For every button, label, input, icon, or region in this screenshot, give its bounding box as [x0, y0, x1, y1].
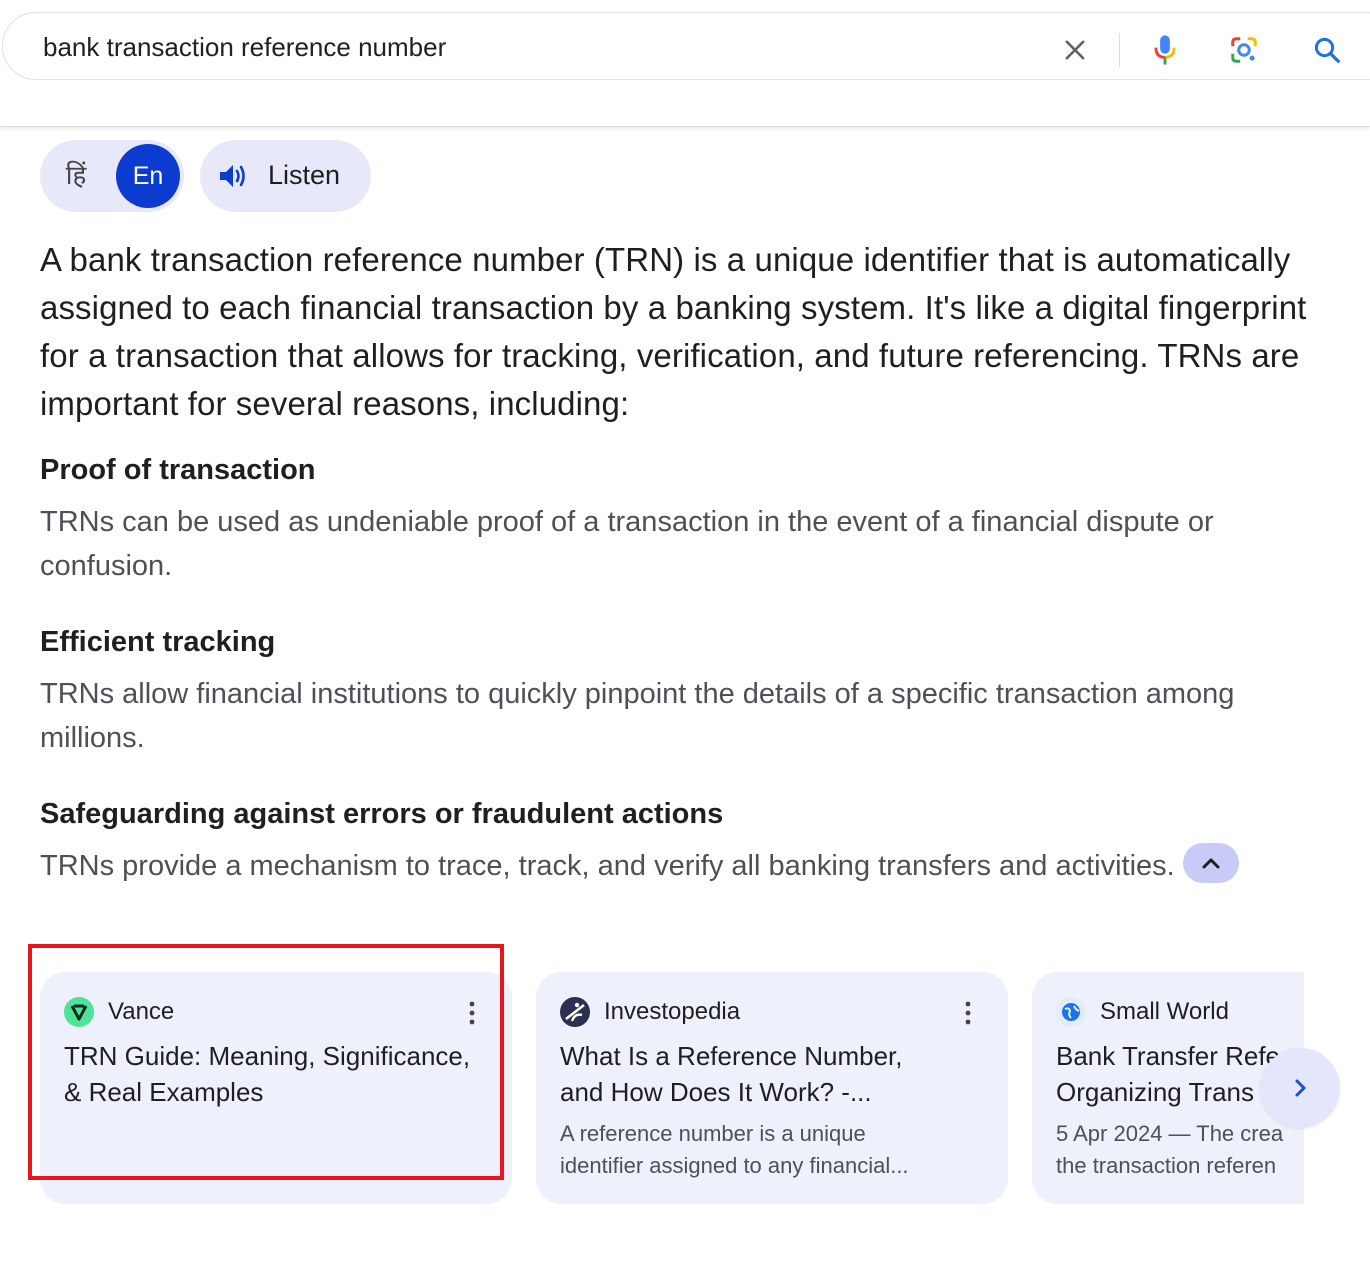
source-title-line: and How Does It Work? -... — [560, 1077, 872, 1107]
next-sources-button[interactable] — [1260, 1048, 1340, 1128]
source-snippet-line: identifier assigned to any financial... — [560, 1153, 909, 1178]
microphone-icon[interactable] — [1150, 35, 1180, 65]
source-card[interactable]: Investopedia What Is a Reference Number,… — [536, 972, 1008, 1204]
source-title[interactable]: What Is a Reference Number, and How Does… — [560, 1038, 990, 1110]
search-icon[interactable] — [1312, 35, 1342, 65]
search-divider — [1119, 33, 1120, 67]
point-text: TRNs can be used as undeniable proof of … — [40, 506, 1214, 582]
source-cards: Vance TRN Guide: Meaning, Significance, … — [40, 972, 1304, 1206]
source-snippet-line: A reference number is a unique — [560, 1121, 866, 1146]
point-heading: Proof of transaction — [40, 454, 316, 486]
search-box[interactable] — [2, 12, 1370, 80]
answer-summary: A bank transaction reference number (TRN… — [40, 241, 1307, 422]
chevron-up-icon — [1202, 858, 1220, 869]
globe-icon — [1056, 997, 1086, 1027]
point-heading: Efficient tracking — [40, 626, 276, 658]
more-vert-icon[interactable] — [960, 1000, 976, 1026]
collapse-button[interactable] — [1182, 843, 1239, 884]
source-snippet-line: the transaction referen — [1056, 1153, 1277, 1178]
point-heading: Safeguarding against errors or fraudulen… — [40, 798, 724, 830]
listen-label: Listen — [268, 160, 341, 190]
language-toggle: हिं En — [40, 140, 184, 212]
source-snippet: 5 Apr 2024 — The crea the transaction re… — [1056, 1118, 1304, 1182]
source-title[interactable]: TRN Guide: Meaning, Significance, & Real… — [64, 1038, 494, 1110]
vance-favicon-icon — [64, 997, 94, 1027]
source-card[interactable]: Vance TRN Guide: Meaning, Significance, … — [40, 972, 512, 1204]
close-icon[interactable] — [1060, 35, 1090, 65]
point-text: TRNs provide a mechanism to trace, track… — [40, 850, 1175, 882]
search-header — [0, 0, 1370, 127]
source-name: Vance — [108, 998, 175, 1025]
more-vert-icon[interactable] — [464, 1000, 480, 1026]
language-english-button[interactable]: En — [116, 144, 180, 208]
source-name: Small World — [1100, 998, 1229, 1025]
speaker-icon — [218, 162, 248, 190]
investopedia-favicon-icon — [560, 997, 590, 1027]
source-snippet: A reference number is a unique identifie… — [560, 1118, 980, 1182]
language-hindi-button[interactable]: हिं — [56, 158, 96, 194]
search-input[interactable] — [43, 27, 1023, 67]
lens-icon[interactable] — [1229, 35, 1259, 65]
listen-button[interactable]: Listen — [200, 140, 371, 212]
point-text: TRNs allow financial institutions to qui… — [40, 678, 1235, 754]
point-text-with-collapse: TRNs provide a mechanism to trace, track… — [40, 843, 1330, 888]
source-name: Investopedia — [604, 998, 741, 1025]
source-snippet-line: 5 Apr 2024 — The crea — [1056, 1121, 1284, 1146]
source-title-line: What Is a Reference Number, — [560, 1041, 903, 1071]
chevron-right-icon — [1295, 1079, 1306, 1097]
